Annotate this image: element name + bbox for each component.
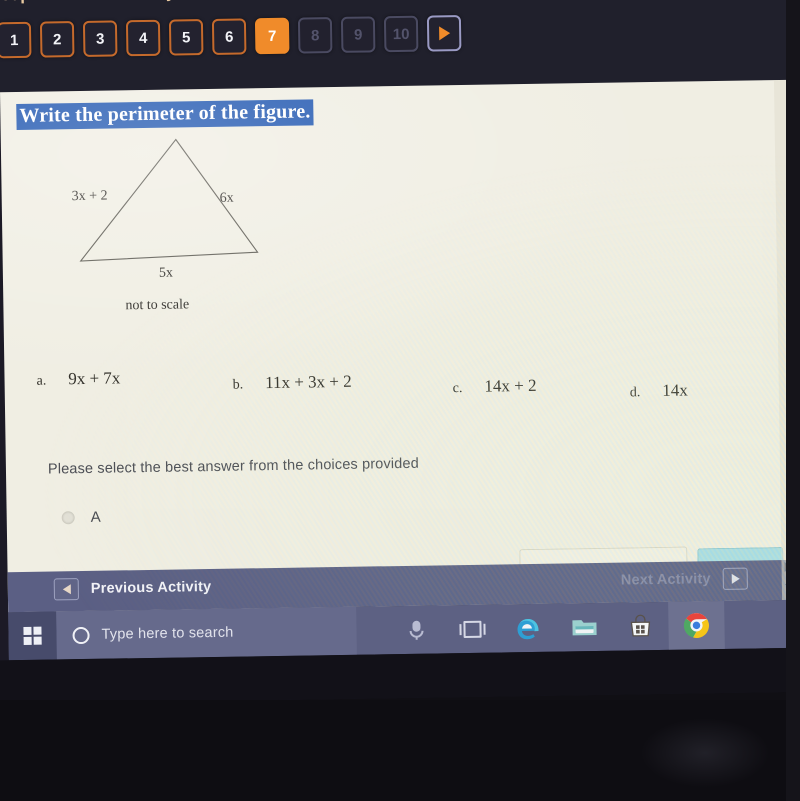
pager-item-10: 10 — [383, 15, 419, 53]
answer-option-a[interactable]: A — [61, 508, 101, 527]
pager-next-button[interactable] — [426, 15, 462, 52]
figure-label-bottom-side: 5x — [158, 265, 174, 281]
figure-label-right-side: 6x — [219, 190, 234, 206]
choice-b-text: 11x + 3x + 2 — [264, 371, 352, 393]
arrow-right-icon[interactable] — [722, 567, 748, 590]
triangle-shape — [79, 138, 259, 262]
previous-activity-button[interactable]: Previous Activity — [53, 576, 212, 601]
question-stem: Write the perimeter of the figure. — [16, 99, 314, 130]
radio-button-a[interactable] — [61, 511, 75, 525]
answer-choice-d: d. 14x — [630, 380, 688, 401]
figure-note-not-to-scale: not to scale — [125, 297, 190, 314]
start-button[interactable] — [8, 611, 57, 661]
next-activity-label: Next Activity — [620, 571, 711, 589]
figure-label-left-side: 3x + 2 — [71, 188, 108, 205]
page-title: Topic Review Activity — [0, 0, 175, 5]
file-explorer-icon[interactable] — [556, 603, 613, 652]
choice-c-text: 14x + 2 — [484, 375, 537, 396]
answer-choice-a: a. 9x + 7x — [36, 368, 120, 389]
laptop-screen: Topic Review Activity Active 1 2 3 4 5 6… — [0, 0, 800, 705]
answer-choice-c: c. 14x + 2 — [453, 376, 537, 397]
cortana-circle-icon — [72, 626, 90, 644]
search-input[interactable]: Type here to search — [56, 606, 357, 660]
pager-item-1[interactable]: 1 — [0, 21, 32, 59]
choice-d-text: 14x — [662, 380, 688, 400]
pager-item-7[interactable]: 7 — [254, 17, 290, 55]
pager-item-5[interactable]: 5 — [168, 19, 204, 56]
pager-item-8: 8 — [297, 17, 333, 54]
triangle-figure: 3x + 2 6x 5x not to scale — [61, 129, 324, 333]
choice-c-letter: c. — [452, 381, 463, 397]
microsoft-store-icon[interactable] — [612, 602, 669, 651]
answer-choice-b: b. 11x + 3x + 2 — [232, 371, 352, 394]
choice-a-text: 9x + 7x — [68, 368, 121, 389]
pager-item-2[interactable]: 2 — [39, 21, 75, 58]
next-activity-button[interactable]: Next Activity — [620, 567, 748, 592]
instruction-text: Please select the best answer from the c… — [47, 455, 419, 478]
arrow-left-icon[interactable] — [53, 578, 80, 601]
choice-b-letter: b. — [232, 377, 244, 393]
task-view-icon[interactable] — [444, 604, 501, 653]
choice-a-letter: a. — [36, 373, 47, 389]
pager-item-9: 9 — [340, 16, 376, 53]
previous-activity-label: Previous Activity — [90, 578, 212, 597]
pager-item-3[interactable]: 3 — [82, 20, 118, 57]
pager-item-6[interactable]: 6 — [211, 18, 247, 55]
microphone-icon[interactable] — [388, 605, 445, 654]
choice-d-letter: d. — [629, 385, 641, 401]
edge-browser-icon[interactable] — [500, 604, 557, 653]
question-content-sheet: Write the perimeter of the figure. 3x + … — [0, 79, 797, 613]
play-triangle-icon — [438, 26, 450, 41]
search-placeholder-text: Type here to search — [101, 624, 234, 643]
radio-label-a: A — [90, 508, 101, 526]
taskbar-icons — [388, 600, 725, 654]
photo-reflection — [640, 718, 770, 788]
chrome-browser-icon[interactable] — [668, 600, 725, 650]
windows-logo-icon — [23, 626, 42, 645]
app-header: Topic Review Activity Active 1 2 3 4 5 6… — [0, 0, 800, 93]
pager-item-4[interactable]: 4 — [125, 19, 161, 57]
header-titles: Topic Review Activity Active — [0, 0, 495, 15]
photo-surround-right — [786, 0, 800, 801]
question-pager[interactable]: 1 2 3 4 5 6 7 8 9 10 — [0, 15, 462, 59]
photographed-screen: Topic Review Activity Active 1 2 3 4 5 6… — [0, 0, 800, 801]
